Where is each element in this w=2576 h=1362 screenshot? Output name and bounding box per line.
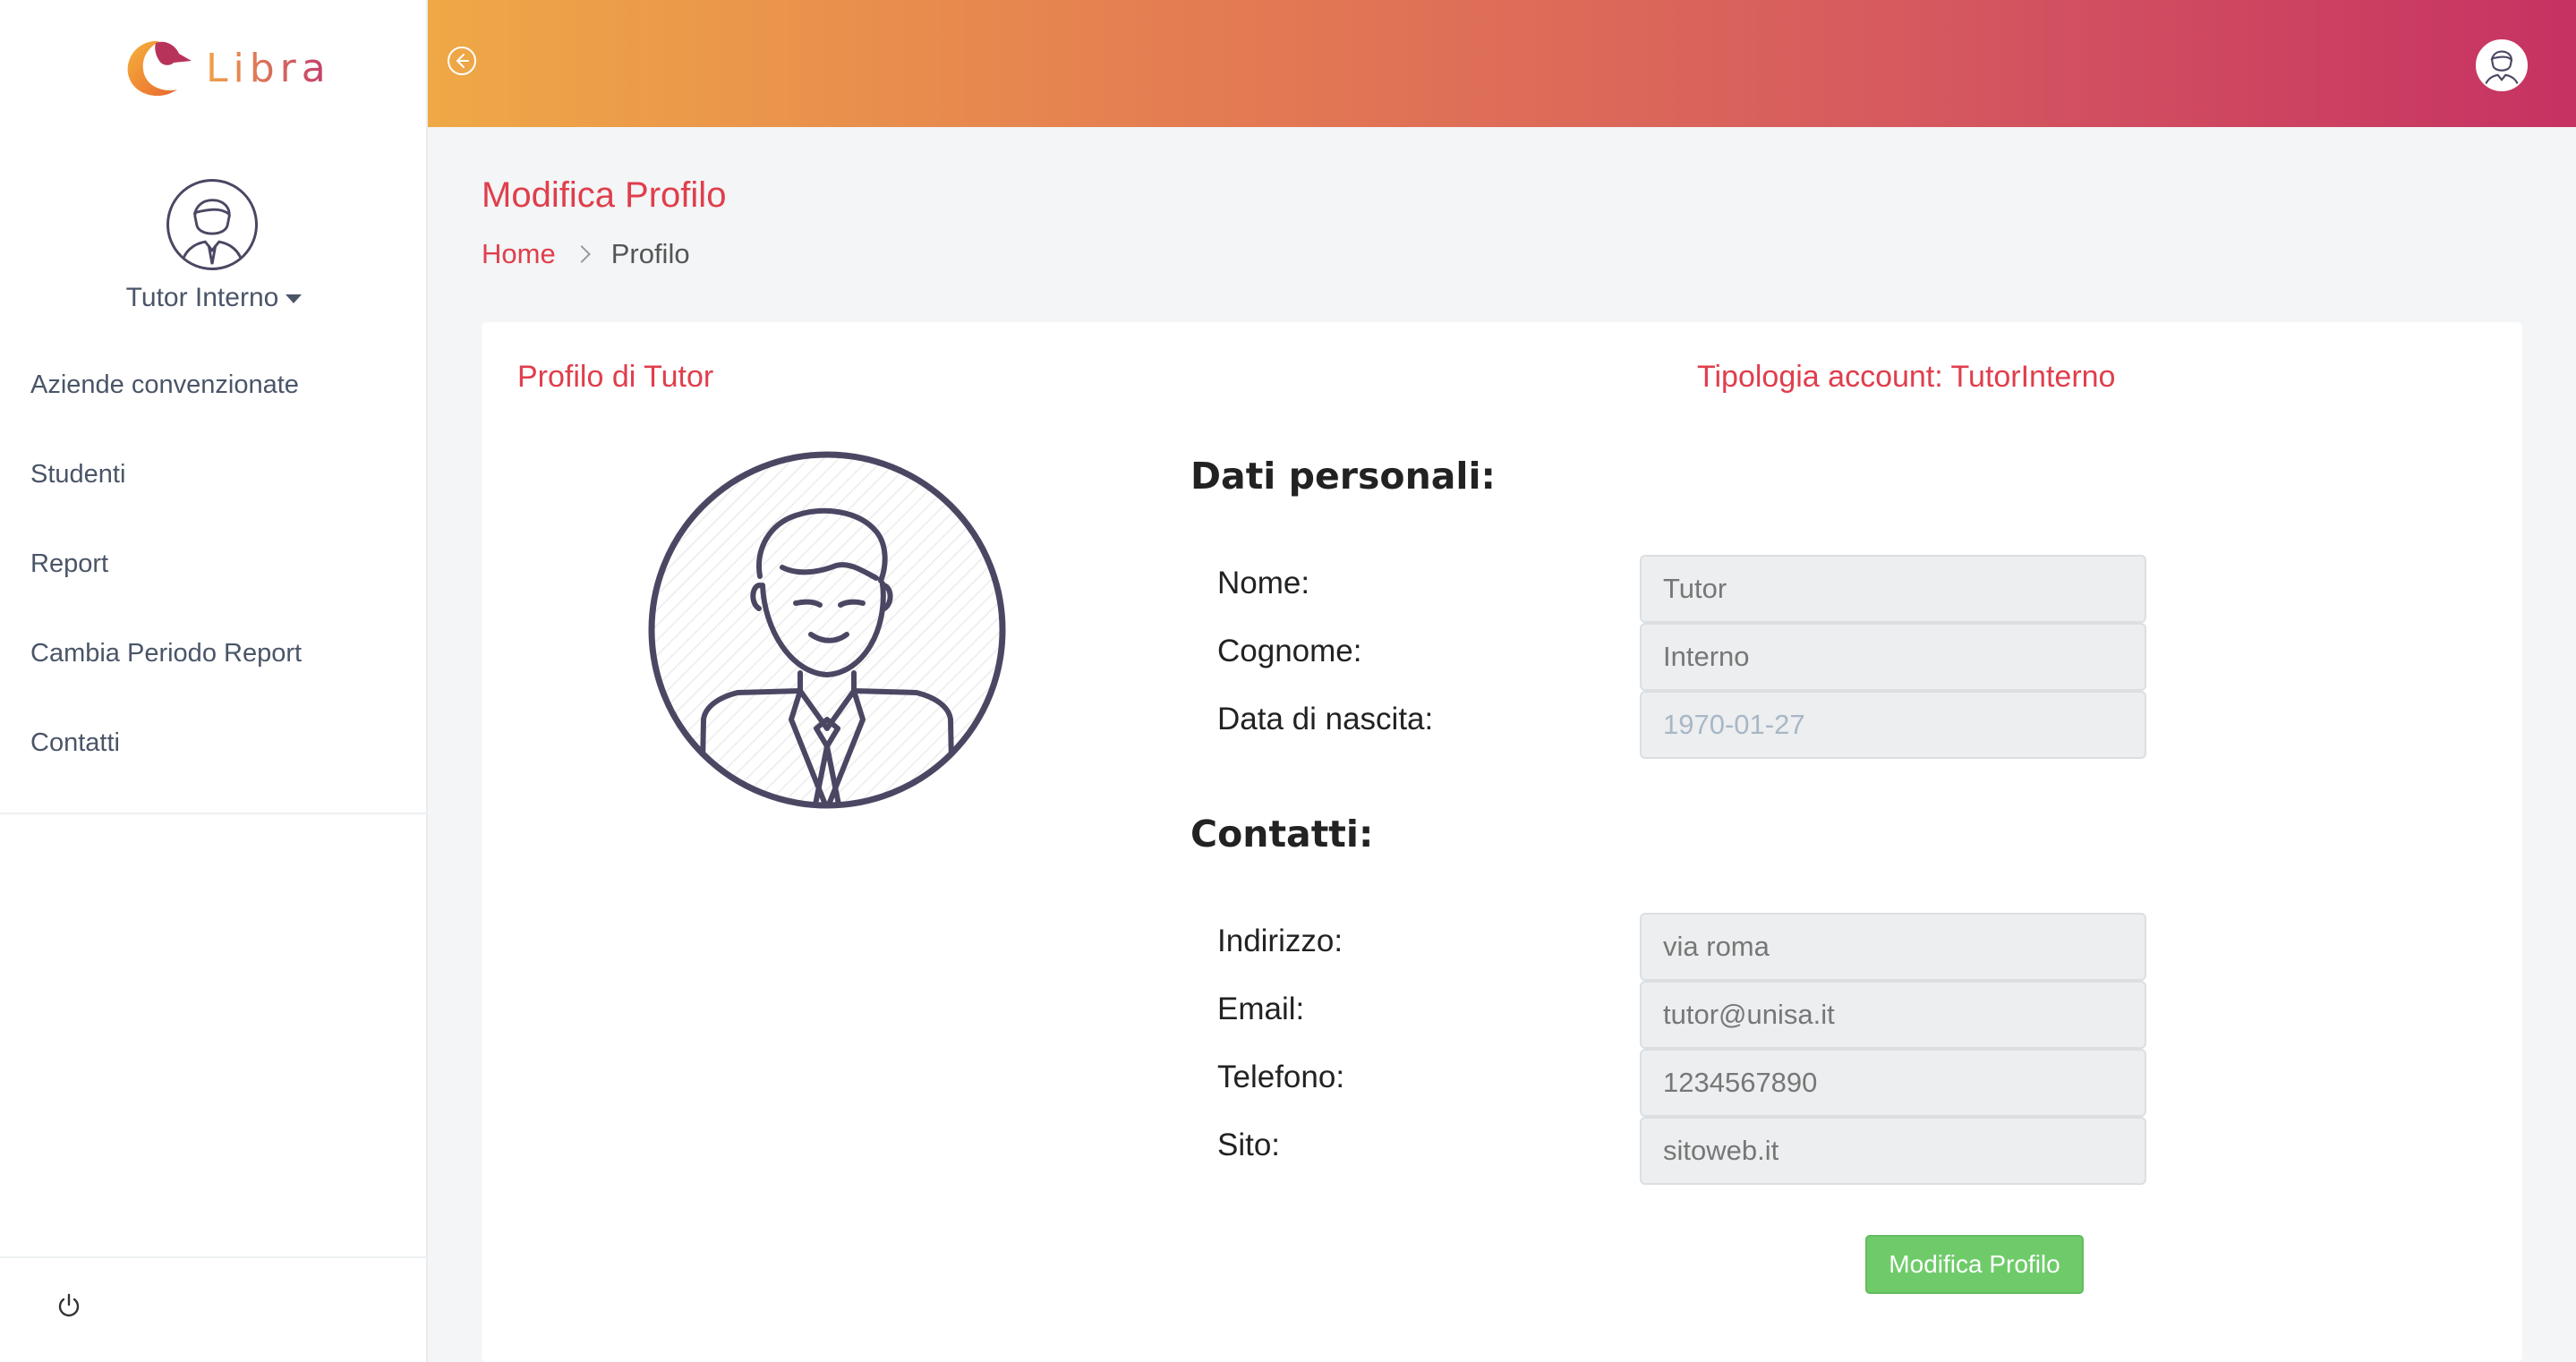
power-icon[interactable] xyxy=(55,1292,82,1319)
nome-field[interactable]: Tutor xyxy=(1640,555,2146,623)
sidebar-item-studenti[interactable]: Studenti xyxy=(30,430,302,519)
cognome-field[interactable]: Interno xyxy=(1640,623,2146,691)
sidebar-nav: Aziende convenzionate Studenti Report Ca… xyxy=(30,340,302,787)
field-row-cognome: Cognome: Interno xyxy=(1217,623,2291,691)
app-logo[interactable]: Libra xyxy=(120,34,331,102)
libra-logo-icon xyxy=(127,40,192,97)
field-row-email: Email: tutor@unisa.it xyxy=(1217,981,2291,1049)
personal-data-heading: Dati personali: xyxy=(1190,455,1496,498)
header-avatar[interactable] xyxy=(2476,39,2528,91)
sidebar-item-cambia-periodo[interactable]: Cambia Periodo Report xyxy=(30,609,302,698)
user-avatar-icon xyxy=(180,199,244,268)
indirizzo-field[interactable]: via roma xyxy=(1640,913,2146,981)
arrow-left-circle-icon[interactable] xyxy=(446,45,478,77)
page-title: Modifica Profilo xyxy=(482,175,727,215)
field-row-sito: Sito: sitoweb.it xyxy=(1217,1117,2291,1185)
sidebar-item-report[interactable]: Report xyxy=(30,519,302,609)
breadcrumb-home-link[interactable]: Home xyxy=(482,238,556,270)
top-bar xyxy=(428,0,2576,127)
field-label-telefono: Telefono: xyxy=(1217,1060,1345,1094)
field-label-data-nascita: Data di nascita: xyxy=(1217,702,1434,736)
sidebar-avatar[interactable] xyxy=(166,179,258,270)
field-label-indirizzo: Indirizzo: xyxy=(1217,924,1343,958)
user-avatar-icon xyxy=(2483,50,2521,89)
data-nascita-field[interactable]: 1970-01-27 xyxy=(1640,691,2146,759)
profile-avatar-icon xyxy=(648,451,1006,809)
profile-card: Profilo di Tutor Tipologia account: Tuto… xyxy=(482,322,2522,1362)
sidebar: Libra Tutor Interno Aziende convenzionat… xyxy=(0,0,428,1362)
field-row-nome: Nome: Tutor xyxy=(1217,555,2291,623)
caret-down-icon xyxy=(286,294,303,304)
field-label-nome: Nome: xyxy=(1217,566,1310,600)
sito-field[interactable]: sitoweb.it xyxy=(1640,1117,2146,1185)
sidebar-item-contatti[interactable]: Contatti xyxy=(30,698,302,787)
sidebar-item-aziende[interactable]: Aziende convenzionate xyxy=(30,340,302,430)
sidebar-footer-divider xyxy=(0,1256,428,1258)
sidebar-user-menu[interactable]: Tutor Interno xyxy=(0,283,428,313)
telefono-field[interactable]: 1234567890 xyxy=(1640,1049,2146,1117)
breadcrumb-current: Profilo xyxy=(610,238,690,269)
field-row-indirizzo: Indirizzo: via roma xyxy=(1217,913,2291,981)
breadcrumb: Home Profilo xyxy=(482,238,690,270)
email-field[interactable]: tutor@unisa.it xyxy=(1640,981,2146,1049)
modifica-profilo-button[interactable]: Modifica Profilo xyxy=(1865,1235,2084,1294)
field-row-data-nascita: Data di nascita: 1970-01-27 xyxy=(1217,691,2291,759)
chevron-right-icon xyxy=(572,245,591,263)
field-row-telefono: Telefono: 1234567890 xyxy=(1217,1049,2291,1117)
account-type: Tipologia account: TutorInterno xyxy=(1697,360,2116,394)
field-label-email: Email: xyxy=(1217,992,1305,1026)
field-label-sito: Sito: xyxy=(1217,1128,1281,1162)
contacts-heading: Contatti: xyxy=(1190,813,1374,856)
sidebar-user-name: Tutor Interno xyxy=(125,283,279,312)
sidebar-divider xyxy=(0,813,428,814)
field-label-cognome: Cognome: xyxy=(1217,634,1362,668)
card-title: Profilo di Tutor xyxy=(517,360,714,394)
logo-text: Libra xyxy=(206,45,331,91)
